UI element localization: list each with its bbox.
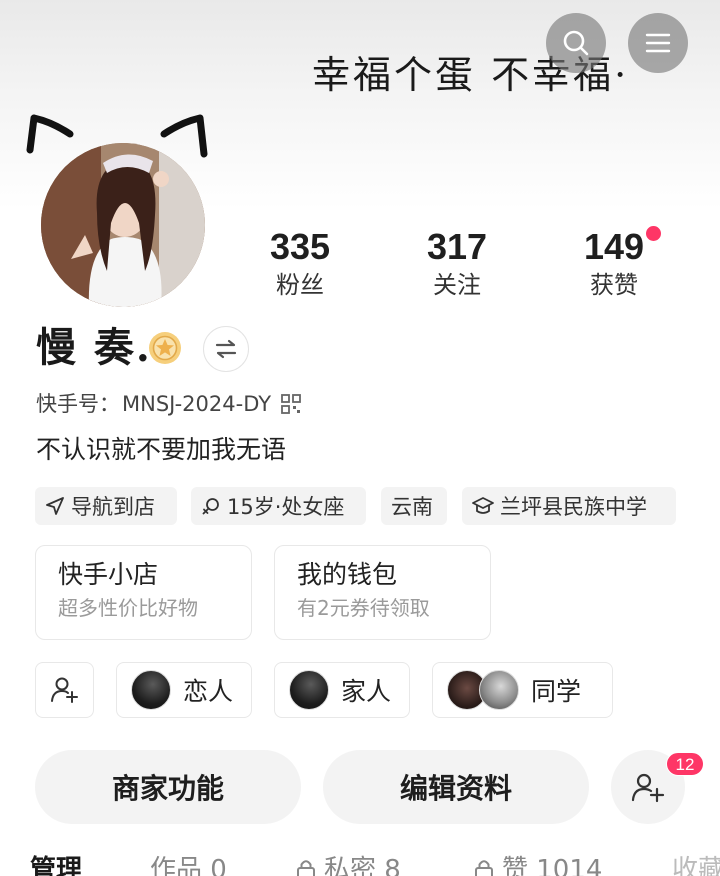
tab-private[interactable]: 私密 8 (296, 852, 401, 876)
likes-label: 获赞 (590, 271, 638, 299)
lover-avatar (131, 670, 171, 710)
wallet-card[interactable]: 我的钱包 有2元券待领取 (274, 545, 491, 640)
search-button[interactable] (546, 13, 606, 73)
lock-icon (475, 860, 493, 876)
level-badge-icon[interactable] (147, 330, 183, 366)
search-icon (563, 30, 589, 56)
kuaishou-id-value: MNSJ-2024-DY (122, 392, 272, 416)
avatar-photo (41, 143, 205, 307)
kuaishou-id-label: 快手号： (36, 392, 120, 416)
following-count: 317 (426, 226, 488, 267)
friend-request-count-badge: 12 (666, 752, 704, 776)
fans-label: 粉丝 (276, 271, 324, 299)
qr-code-icon[interactable] (281, 394, 301, 414)
shop-card-title: 快手小店 (58, 560, 159, 589)
graduation-cap-icon (472, 497, 494, 514)
navigation-arrow-icon (46, 497, 64, 515)
relation-family-label: 家人 (341, 677, 392, 706)
tab-works-label: 作品 0 (150, 855, 227, 876)
classmate-avatar-2 (479, 670, 519, 710)
swap-arrows-icon (215, 339, 237, 359)
tab-collect[interactable]: 收藏 (672, 852, 720, 876)
tag-region-label: 云南 (391, 495, 433, 519)
stat-following[interactable]: 317 关注 (397, 226, 517, 302)
relation-lover-label: 恋人 (183, 677, 234, 706)
tag-navigate-label: 导航到店 (71, 495, 155, 519)
family-avatar (289, 670, 329, 710)
kuaishou-shop-card[interactable]: 快手小店 超多性价比好物 (35, 545, 252, 640)
relation-family-chip[interactable]: 家人 (274, 662, 410, 718)
kuaishou-id-row[interactable]: 快手号： MNSJ-2024-DY (36, 388, 301, 420)
avatar[interactable] (41, 143, 205, 307)
likes-notification-dot (646, 226, 661, 241)
add-friend-icon (631, 773, 665, 803)
female-symbol-icon (202, 498, 219, 515)
add-relation-button[interactable] (35, 662, 94, 718)
tab-manage[interactable]: 管理 (30, 852, 82, 876)
merchant-functions-button[interactable]: 商家功能 (35, 750, 301, 824)
edit-profile-button[interactable]: 编辑资料 (323, 750, 589, 824)
relation-lover-chip[interactable]: 恋人 (116, 662, 252, 718)
lock-icon (297, 860, 315, 876)
switch-account-button[interactable] (203, 326, 249, 372)
tag-age-label: 15岁·处女座 (227, 495, 345, 519)
relation-classmate-chip[interactable]: 同学 (432, 662, 613, 718)
wallet-card-subtitle: 有2元券待领取 (297, 596, 430, 620)
tab-manage-label: 管理 (30, 855, 83, 876)
menu-icon (645, 33, 671, 53)
tag-school-label: 兰坪县民族中学 (500, 495, 647, 519)
tab-likes[interactable]: 赞 1014 (474, 852, 602, 876)
relation-classmate-label: 同学 (531, 677, 582, 706)
tag-age-zodiac: 15岁·处女座 (191, 487, 366, 525)
tag-region: 云南 (381, 487, 447, 525)
profile-bio: 不认识就不要加我无语 (36, 435, 287, 464)
add-person-icon (50, 677, 78, 703)
tab-likes-label: 赞 1014 (502, 855, 603, 876)
shop-card-subtitle: 超多性价比好物 (58, 596, 198, 620)
tab-works[interactable]: 作品 0 (150, 852, 227, 876)
tab-collect-label: 收藏 (672, 855, 720, 876)
tag-school[interactable]: 兰坪县民族中学 (462, 487, 676, 525)
tag-navigate-to-store[interactable]: 导航到店 (35, 487, 177, 525)
fans-count: 335 (269, 226, 331, 267)
menu-button[interactable] (628, 13, 688, 73)
stat-fans[interactable]: 335 粉丝 (240, 226, 360, 302)
following-label: 关注 (433, 271, 481, 299)
profile-name: 慢 奏. (36, 324, 152, 371)
tab-private-label: 私密 8 (324, 855, 401, 876)
wallet-card-title: 我的钱包 (297, 560, 398, 589)
